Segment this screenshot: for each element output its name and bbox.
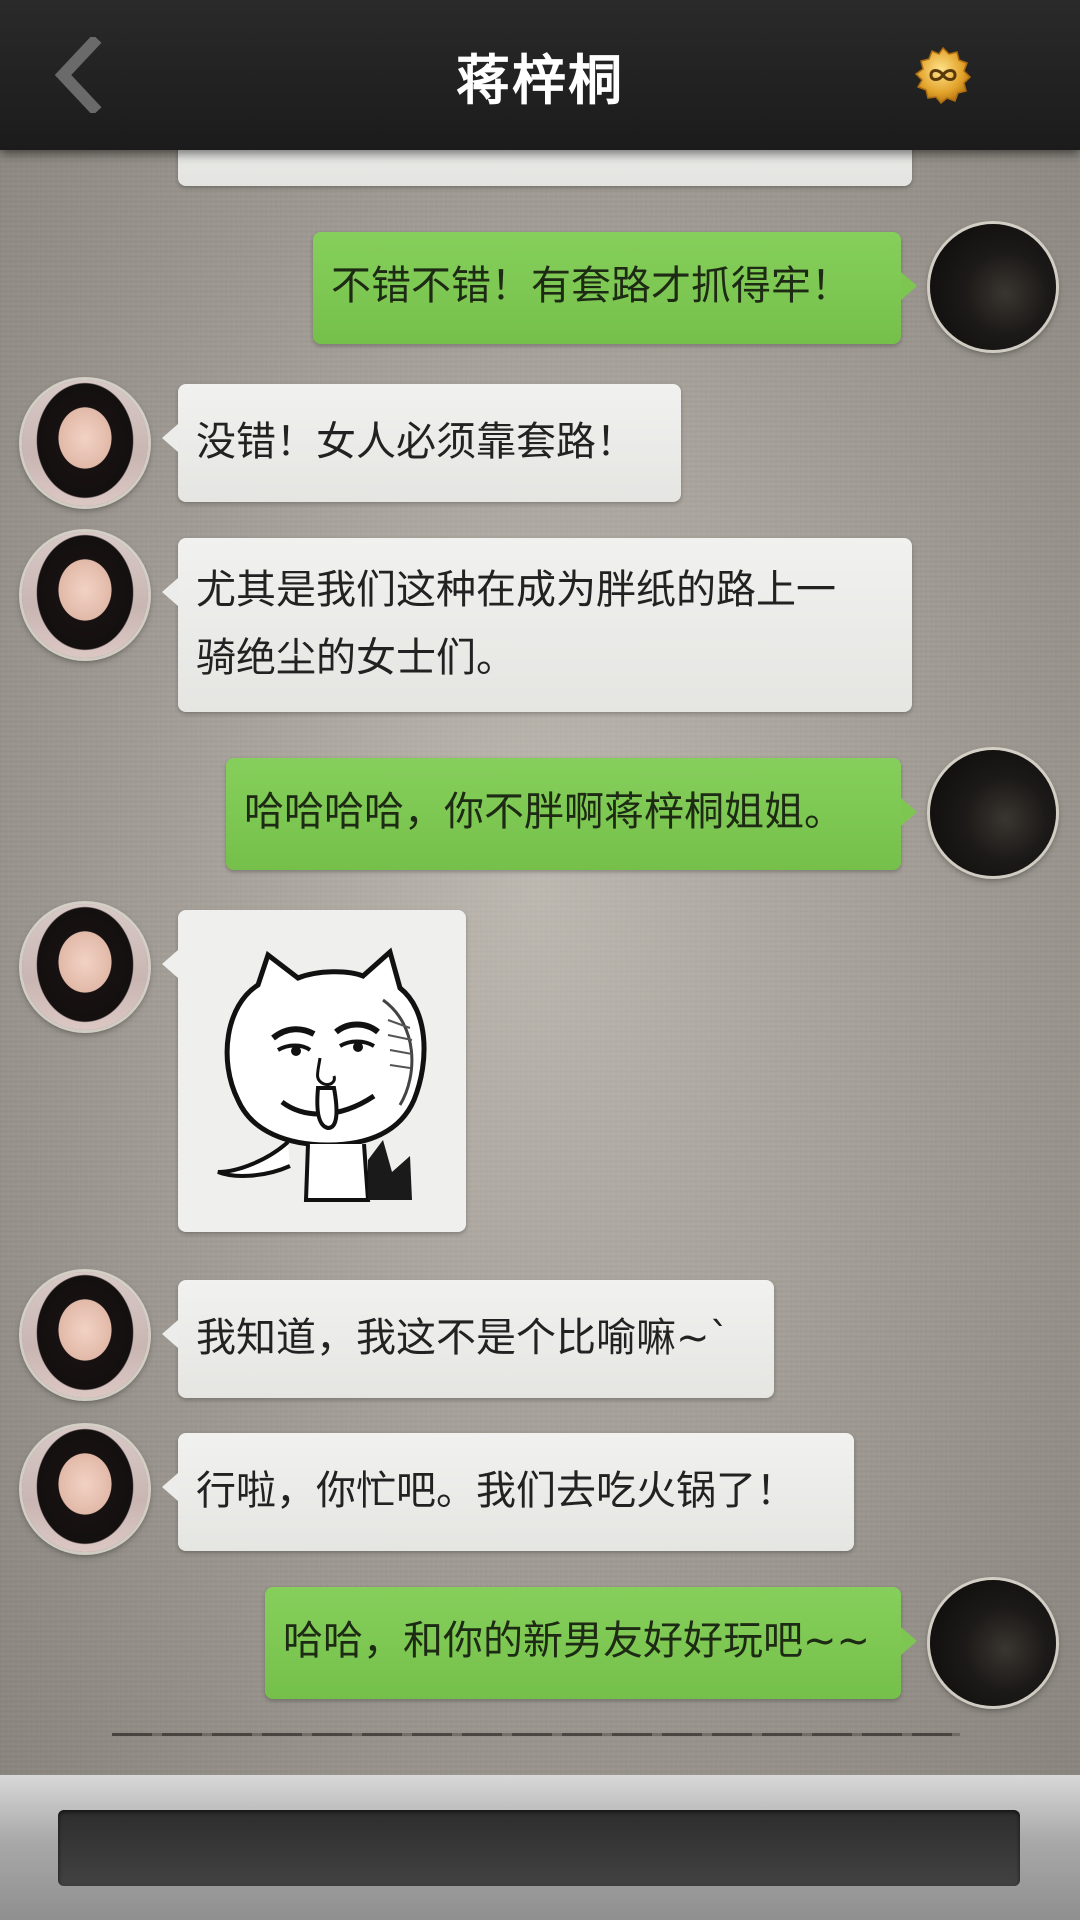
- my-avatar[interactable]: [930, 750, 1056, 876]
- smirking-cat-sticker-icon: [217, 947, 427, 1202]
- message-text-line: 尤其是我们这种在成为胖纸的路上一: [196, 567, 836, 613]
- contact-avatar[interactable]: [22, 904, 148, 1030]
- message-text: 我知道，我这不是个比喻嘛~`: [196, 1315, 730, 1361]
- contact-avatar[interactable]: [22, 1272, 148, 1398]
- contact-avatar[interactable]: [22, 1426, 148, 1552]
- chevron-left-icon: [54, 37, 102, 113]
- message-bubble-outgoing[interactable]: 哈哈哈哈，你不胖啊蒋梓桐姐姐。: [226, 758, 917, 870]
- message-bubble-incoming[interactable]: 没错！女人必须靠套路！: [162, 384, 681, 502]
- message-bubble-outgoing[interactable]: 哈哈，和你的新男友好好玩吧~~: [265, 1587, 917, 1699]
- my-avatar[interactable]: [930, 1580, 1056, 1706]
- back-button[interactable]: [45, 30, 115, 120]
- message-text-line: 骑绝尘的女士们。: [196, 635, 516, 681]
- message-text: 哈哈哈哈，你不胖啊蒋梓桐姐姐。: [244, 789, 844, 835]
- infinity-coin-icon: [914, 46, 972, 104]
- message-bubble-incoming[interactable]: 行啦，你忙吧。我们去吃火锅了！: [162, 1433, 854, 1551]
- contact-avatar[interactable]: [22, 532, 148, 658]
- contact-avatar[interactable]: [22, 380, 148, 506]
- message-bubble-incoming[interactable]: 尤其是我们这种在成为胖纸的路上一 骑绝尘的女士们。: [162, 538, 912, 712]
- message-bubble-incoming[interactable]: 我知道，我这不是个比喻嘛~`: [162, 1280, 774, 1398]
- end-divider: [112, 1733, 960, 1736]
- message-text: 行啦，你忙吧。我们去吃火锅了！: [196, 1468, 796, 1514]
- header-bar: 蒋梓桐: [0, 0, 1080, 150]
- message-input[interactable]: [58, 1810, 1020, 1886]
- message-bubble-outgoing[interactable]: 不错不错！有套路才抓得牢！: [313, 232, 917, 344]
- message-text-block: 尤其是我们这种在成为胖纸的路上一 骑绝尘的女士们。: [178, 538, 912, 708]
- message-text: 没错！女人必须靠套路！: [196, 419, 636, 465]
- my-avatar[interactable]: [930, 224, 1056, 350]
- message-text: 哈哈，和你的新男友好好玩吧~~: [283, 1618, 871, 1664]
- sticker-message[interactable]: [162, 910, 466, 1232]
- infinity-coin-button[interactable]: [912, 44, 974, 106]
- message-text: 不错不错！有套路才抓得牢！: [331, 263, 851, 309]
